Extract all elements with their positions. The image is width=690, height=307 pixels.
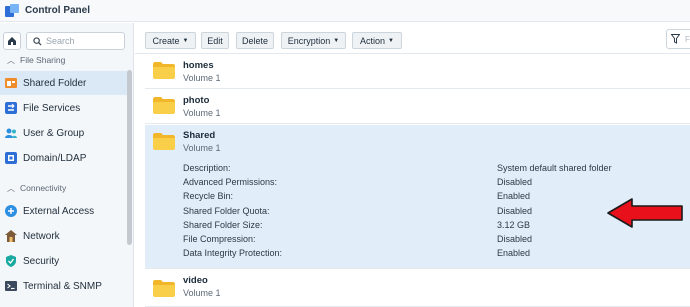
folder-name: homes <box>183 60 214 71</box>
folder-icon <box>153 97 175 114</box>
detail-value-file-compression: Disabled <box>497 234 533 244</box>
detail-value-advanced-permissions: Disabled <box>497 177 533 187</box>
edit-button-label: Edit <box>207 35 223 46</box>
network-icon <box>5 230 17 242</box>
detail-label-recycle-bin: Recycle Bin: <box>183 191 234 201</box>
window-title: Control Panel <box>25 5 91 16</box>
detail-label-size: Shared Folder Size: <box>183 220 263 230</box>
detail-label-data-integrity: Data Integrity Protection: <box>183 248 283 258</box>
folder-volume: Volume 1 <box>183 73 221 83</box>
folder-icon <box>153 133 175 150</box>
search-icon <box>33 36 42 46</box>
sidebar-item-terminal-snmp[interactable]: Terminal & SNMP <box>0 274 127 298</box>
control-panel-app-icon <box>5 3 19 18</box>
delete-button-label: Delete <box>241 35 268 46</box>
domain-ldap-icon <box>5 152 17 164</box>
sidebar-item-label: File Services <box>23 102 81 114</box>
encryption-button[interactable]: Encryption ▼ <box>281 32 346 49</box>
sidebar-item-security[interactable]: Security <box>0 249 127 273</box>
shared-folder-list: homes Volume 1 photo Volume 1 Shared Vol… <box>135 55 690 307</box>
detail-value-recycle-bin: Enabled <box>497 191 531 201</box>
encryption-button-label: Encryption <box>287 35 331 46</box>
caret-down-icon: ▼ <box>333 37 340 44</box>
search-box[interactable] <box>26 32 125 50</box>
shield-icon <box>5 255 17 267</box>
folder-name: photo <box>183 95 210 106</box>
detail-value-data-integrity: Enabled <box>497 248 531 258</box>
detail-value-size: 3.12 GB <box>497 220 531 230</box>
file-services-icon <box>5 102 17 114</box>
sidebar-scrollbar[interactable] <box>127 70 132 245</box>
action-button-label: Action <box>360 35 386 46</box>
sidebar-item-shared-folder[interactable]: Shared Folder <box>0 71 127 95</box>
delete-button[interactable]: Delete <box>236 32 274 49</box>
sidebar-item-label: Shared Folder <box>23 77 87 89</box>
section-connectivity[interactable]: ︿ Connectivity <box>0 181 127 195</box>
sidebar-item-label: External Access <box>23 205 95 217</box>
list-item[interactable]: photo Volume 1 <box>145 90 690 124</box>
sidebar-item-external-access[interactable]: External Access <box>0 199 127 223</box>
sidebar-item-network[interactable]: Network <box>0 224 127 248</box>
section-file-sharing[interactable]: ︿ File Sharing <box>0 53 127 67</box>
detail-label-quota: Shared Folder Quota: <box>183 206 270 216</box>
search-input[interactable] <box>46 36 116 46</box>
create-button[interactable]: Create ▼ <box>145 32 196 49</box>
filter-icon <box>671 34 680 44</box>
terminal-icon <box>5 280 17 292</box>
chevron-up-icon: ︿ <box>7 55 15 65</box>
title-bar: Control Panel <box>0 0 690 22</box>
sidebar-item-domain-ldap[interactable]: Domain/LDAP <box>0 146 127 170</box>
sidebar-item-label: Security <box>23 255 60 267</box>
detail-label-description: Description: <box>183 163 231 173</box>
shared-folder-icon <box>5 77 17 89</box>
folder-volume: Volume 1 <box>183 143 221 153</box>
toolbar: Create ▼ Edit Delete Encryption ▼ Action ▼ … <box>135 23 690 54</box>
filter-box[interactable]: F <box>666 29 690 49</box>
create-button-label: Create <box>152 35 180 46</box>
detail-value-description: System default shared folder <box>497 163 612 173</box>
detail-label-advanced-permissions: Advanced Permissions: <box>183 177 278 187</box>
detail-value-quota: Disabled <box>497 206 533 216</box>
chevron-up-icon: ︿ <box>7 183 15 193</box>
annotation-arrow-icon <box>607 198 683 228</box>
caret-down-icon: ▼ <box>182 37 189 44</box>
edit-button[interactable]: Edit <box>201 32 229 49</box>
home-icon <box>8 37 16 45</box>
user-group-icon <box>5 127 17 139</box>
list-item[interactable]: video Volume 1 <box>145 270 690 307</box>
filter-placeholder: F <box>685 34 690 44</box>
sidebar-item-label: User & Group <box>23 127 85 139</box>
action-button[interactable]: Action ▼ <box>352 32 402 49</box>
sidebar-item-label: Domain/LDAP <box>23 152 87 164</box>
section-label: Connectivity <box>20 183 67 193</box>
home-button[interactable] <box>3 32 21 50</box>
sidebar: ︿ File Sharing Shared Folder File Servic… <box>0 23 134 307</box>
folder-name: video <box>183 275 208 286</box>
folder-icon <box>153 280 175 297</box>
sidebar-item-file-services[interactable]: File Services <box>0 96 127 120</box>
folder-volume: Volume 1 <box>183 108 221 118</box>
sidebar-item-label: Terminal & SNMP <box>23 280 102 292</box>
external-access-icon <box>5 205 17 217</box>
folder-name: Shared <box>183 130 216 141</box>
folder-icon <box>153 62 175 79</box>
list-item[interactable]: homes Volume 1 <box>145 55 690 89</box>
sidebar-item-label: Network <box>23 230 60 242</box>
section-label: File Sharing <box>20 55 66 65</box>
folder-volume: Volume 1 <box>183 288 221 298</box>
detail-label-file-compression: File Compression: <box>183 234 256 244</box>
sidebar-item-user-group[interactable]: User & Group <box>0 121 127 145</box>
caret-down-icon: ▼ <box>388 37 394 44</box>
